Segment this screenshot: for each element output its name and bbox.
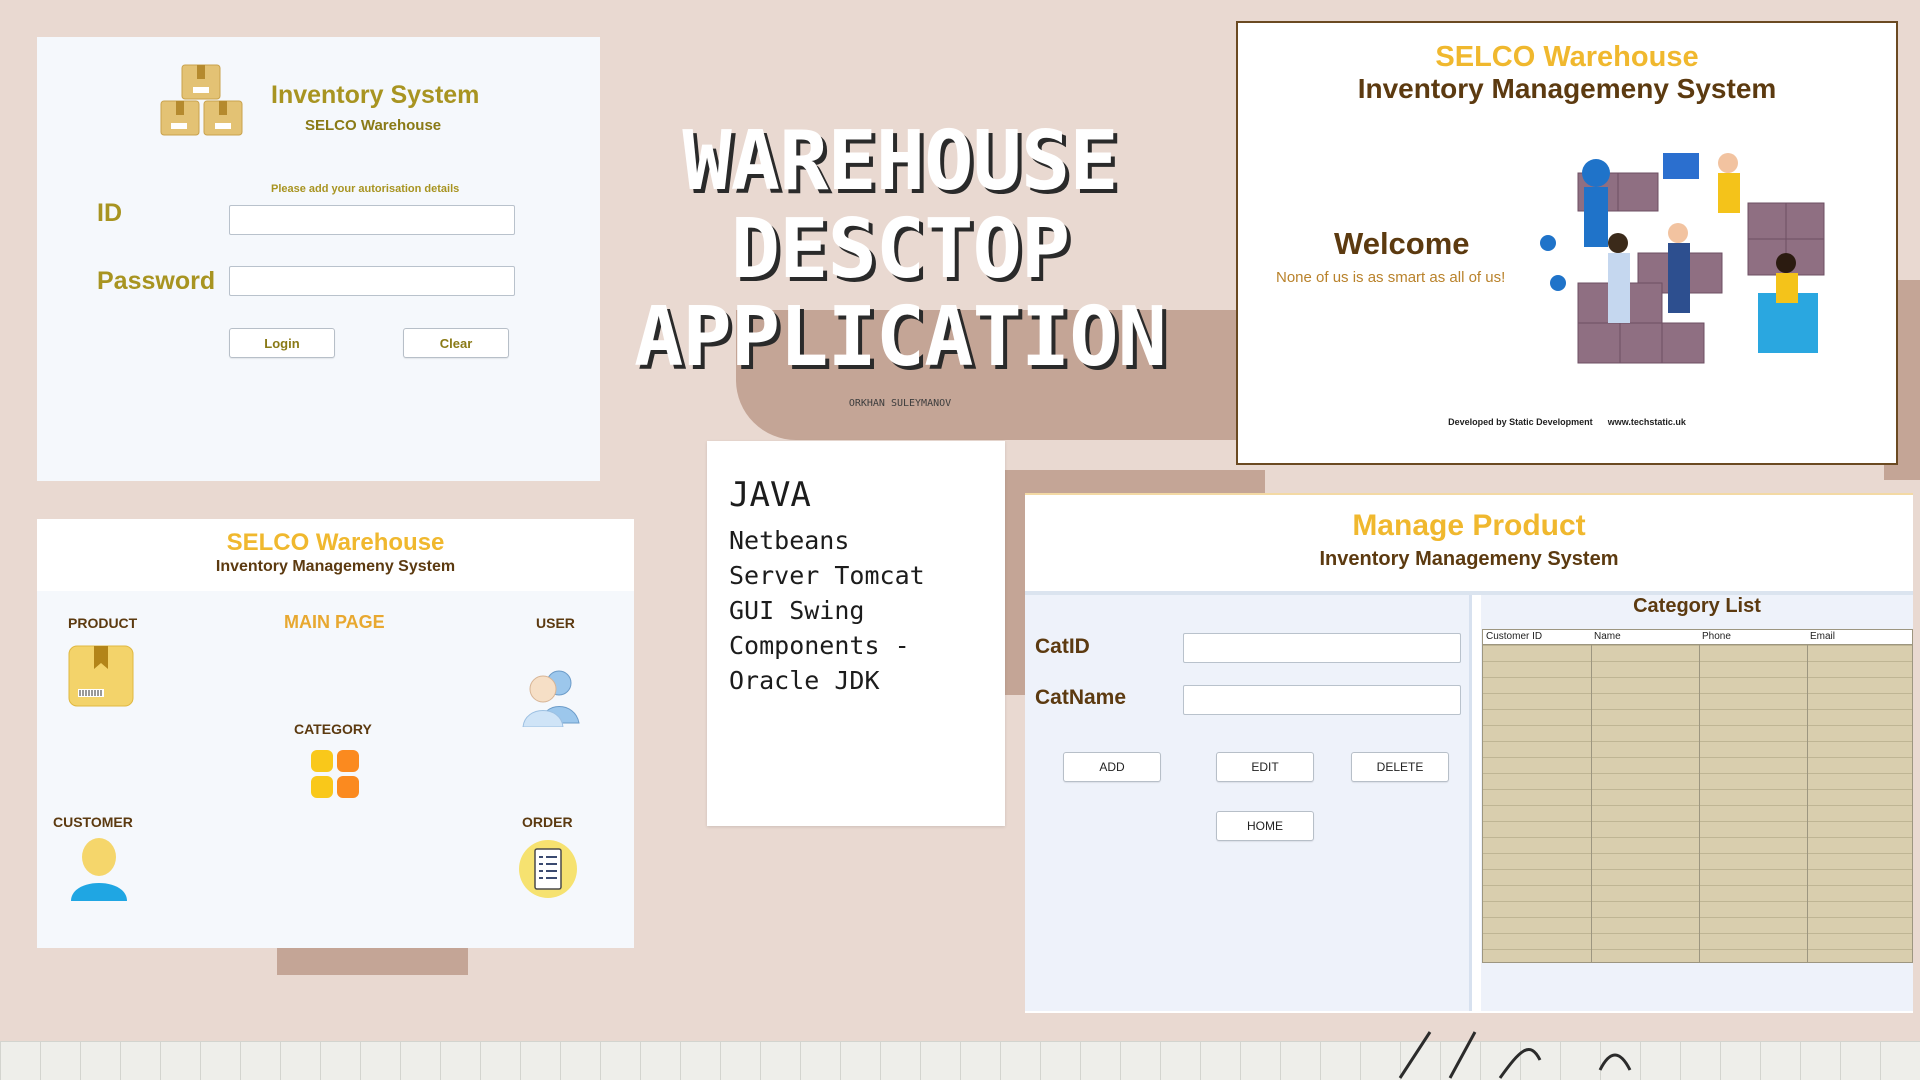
author-name: ORKHAN SULEYMANOV xyxy=(848,398,952,409)
category-grid-icon[interactable] xyxy=(310,749,360,799)
tech-item: Server Tomcat xyxy=(729,561,925,590)
scribble-decoration xyxy=(1398,1031,1632,1079)
category-table[interactable]: Customer ID Name Phone Email xyxy=(1482,629,1913,963)
login-title: Inventory System xyxy=(271,81,480,109)
welcome-window: SELCO Warehouse Inventory Managemeny Sys… xyxy=(1236,21,1898,465)
welcome-system-name: Inventory Managemeny System xyxy=(1357,73,1777,104)
add-button[interactable]: ADD xyxy=(1063,752,1161,782)
column-divider xyxy=(1699,645,1700,962)
catid-field[interactable] xyxy=(1183,633,1461,663)
table-body xyxy=(1483,645,1912,962)
order-label: ORDER xyxy=(522,814,573,830)
order-checklist-icon[interactable] xyxy=(518,839,578,899)
edit-button[interactable]: EDIT xyxy=(1216,752,1314,782)
tech-item: Oracle JDK xyxy=(729,666,880,695)
catid-label: CatID xyxy=(1035,635,1090,658)
column-header[interactable]: Name xyxy=(1594,631,1621,642)
login-hint: Please add your autorisation details xyxy=(271,183,460,195)
main-system-name: Inventory Managemeny System xyxy=(215,558,456,575)
manage-system-name: Inventory Managemeny System xyxy=(1319,548,1619,570)
column-header[interactable]: Email xyxy=(1810,631,1835,642)
column-header[interactable]: Customer ID xyxy=(1486,631,1542,642)
main-brand: SELCO Warehouse xyxy=(226,529,445,556)
tech-heading: JAVA xyxy=(729,475,811,515)
poster-title-line: WAREHOUSE xyxy=(682,114,1118,209)
catname-field[interactable] xyxy=(1183,685,1461,715)
developer-credit: Developed by Static Development xyxy=(1448,417,1593,427)
column-divider xyxy=(1591,645,1592,962)
table-header: Customer ID Name Phone Email xyxy=(1483,630,1912,645)
password-field[interactable] xyxy=(229,266,515,296)
column-header[interactable]: Phone xyxy=(1702,631,1731,642)
id-field[interactable] xyxy=(229,205,515,235)
manage-title: Manage Product xyxy=(1352,509,1586,542)
welcome-tagline: None of us is as smart as all of us! xyxy=(1276,269,1506,286)
login-button[interactable]: Login xyxy=(229,328,335,358)
user-label: USER xyxy=(536,615,575,631)
tech-item: Netbeans xyxy=(729,526,850,555)
manage-product-window: Manage Product Inventory Managemeny Syst… xyxy=(1025,493,1913,1013)
product-box-icon[interactable] xyxy=(68,645,134,707)
main-page-title: MAIN PAGE xyxy=(284,612,385,632)
main-page-window: SELCO Warehouse Inventory Managemeny Sys… xyxy=(37,519,634,948)
welcome-footer: Developed by Static Development www.tech… xyxy=(1238,417,1896,427)
product-label: PRODUCT xyxy=(68,615,138,631)
poster-title-line: DESCTOP xyxy=(730,202,1071,297)
tech-item: GUI Swing xyxy=(729,596,865,625)
customer-person-icon[interactable] xyxy=(67,837,131,903)
password-label: Password xyxy=(97,267,216,295)
poster-title: WAREHOUSE DESCTOP APPLICATION xyxy=(600,118,1200,382)
category-label: CATEGORY xyxy=(294,721,372,737)
delete-button[interactable]: DELETE xyxy=(1351,752,1449,782)
clear-button[interactable]: Clear xyxy=(403,328,509,358)
login-window: Inventory System SELCO Warehouse Please … xyxy=(37,37,600,481)
tech-item: Components - xyxy=(729,631,910,660)
poster-title-line: APPLICATION xyxy=(633,290,1167,385)
users-icon[interactable] xyxy=(517,665,583,727)
boxes-logo-icon xyxy=(160,64,243,136)
home-button[interactable]: HOME xyxy=(1216,811,1314,841)
tech-stack-card: JAVA Netbeans Server Tomcat GUI Swing Co… xyxy=(707,441,1005,826)
welcome-heading: Welcome xyxy=(1334,226,1470,261)
tech-list: Netbeans Server Tomcat GUI Swing Compone… xyxy=(729,523,925,698)
id-label: ID xyxy=(97,199,122,227)
column-divider xyxy=(1807,645,1808,962)
catname-label: CatName xyxy=(1035,686,1127,709)
welcome-brand: SELCO Warehouse xyxy=(1435,41,1699,73)
warehouse-illustration xyxy=(1540,153,1825,364)
category-list-title: Category List xyxy=(1633,595,1761,617)
login-subtitle: SELCO Warehouse xyxy=(305,117,442,134)
website-link[interactable]: www.techstatic.uk xyxy=(1608,417,1686,427)
customer-label: CUSTOMER xyxy=(53,814,133,830)
